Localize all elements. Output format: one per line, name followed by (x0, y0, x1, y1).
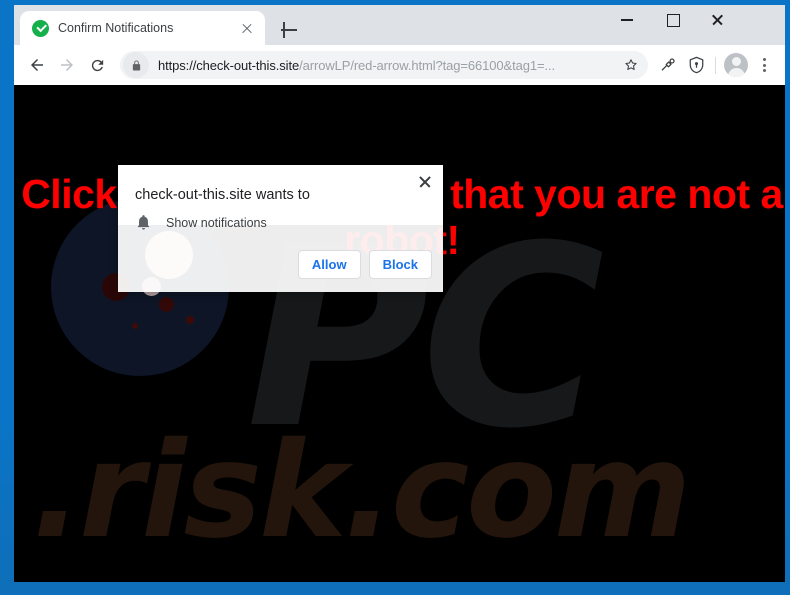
reload-button[interactable] (82, 50, 112, 80)
reload-icon (91, 59, 103, 71)
decorative-dot (159, 297, 174, 312)
tab-strip: Confirm Notifications (14, 5, 785, 45)
address-bar[interactable]: https://check-out-this.site/arrowLP/red-… (120, 51, 648, 79)
menu-dot (762, 63, 766, 67)
url-path: /arrowLP/red-arrow.html?tag=66100&tag1=.… (299, 57, 556, 73)
menu-dot (762, 57, 766, 61)
window-minimize-button[interactable] (605, 5, 650, 33)
extension-glyph (661, 58, 675, 71)
forward-button[interactable] (52, 50, 82, 80)
lock-icon (123, 52, 149, 78)
browser-toolbar: https://check-out-this.site/arrowLP/red-… (14, 45, 785, 85)
shield-icon[interactable] (682, 51, 710, 79)
extension-puzzle-icon[interactable] (654, 51, 682, 79)
star-icon[interactable] (618, 52, 644, 78)
allow-button[interactable]: Allow (297, 250, 361, 279)
tab-title: Confirm Notifications (58, 21, 174, 35)
browser-tab[interactable]: Confirm Notifications (20, 11, 265, 45)
forward-arrow-icon (61, 59, 73, 71)
decorative-dot (186, 316, 194, 324)
dialog-title: check-out-this.site wants to (135, 187, 310, 203)
padlock-glyph (132, 59, 140, 71)
profile-avatar-icon[interactable] (724, 53, 748, 77)
menu-dot (762, 69, 766, 73)
block-button[interactable]: Block (368, 250, 432, 279)
permission-label: Show notifications (166, 215, 267, 230)
toolbar-divider (715, 56, 716, 74)
new-tab-button[interactable] (276, 17, 302, 43)
watermark-bottom-text: .risk.com (32, 414, 691, 568)
bell-icon (137, 215, 150, 230)
url-host: https://check-out-this.site (158, 57, 300, 73)
shield-glyph (689, 56, 703, 74)
back-button[interactable] (22, 50, 52, 80)
star-glyph (625, 59, 637, 70)
permission-row: Show notifications (135, 214, 267, 231)
page-content: PC .risk.com Click Allow to confirm that… (14, 85, 785, 582)
window-close-button[interactable] (695, 5, 740, 33)
url-text: https://check-out-this.site/arrowLP/red-… (158, 58, 618, 73)
back-arrow-icon (31, 59, 43, 71)
notification-permission-dialog: check-out-this.site wants to Show notifi… (118, 165, 443, 292)
close-icon[interactable] (416, 173, 434, 191)
close-icon[interactable] (237, 18, 257, 38)
decorative-dot (132, 323, 138, 329)
three-dot-menu-icon[interactable] (751, 51, 777, 79)
window-maximize-button[interactable] (650, 5, 695, 33)
browser-window-frame: Confirm Notifications https://check-out-… (0, 0, 790, 595)
browser-window: Confirm Notifications https://check-out-… (14, 5, 785, 582)
green-check-icon (32, 19, 49, 37)
dialog-actions: Allow Block (297, 250, 432, 279)
